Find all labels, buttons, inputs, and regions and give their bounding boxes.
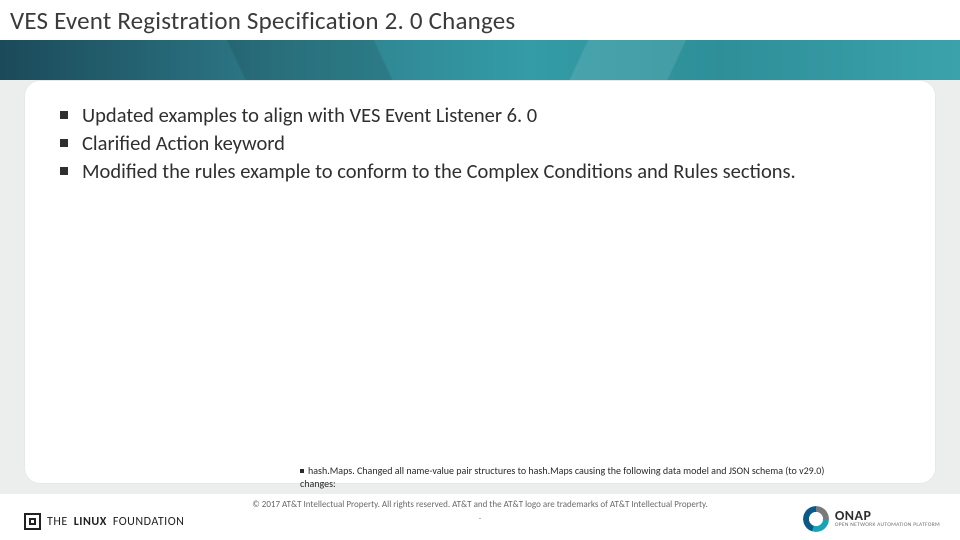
- onap-tagline: OPEN NETWORK AUTOMATION PLATFORM: [835, 523, 940, 529]
- onap-name: ONAP: [835, 509, 940, 523]
- title-bar: VES Event Registration Specification 2. …: [0, 0, 960, 40]
- content-card: Updated examples to align with VES Event…: [24, 80, 936, 484]
- bullet-item: Clarified Action keyword: [82, 130, 906, 156]
- page-title: VES Event Registration Specification 2. …: [10, 5, 515, 36]
- bullet-item: Modified the rules example to conform to…: [82, 158, 906, 184]
- footer-bar: THE LINUX FOUNDATION © 2017 AT&T Intelle…: [0, 494, 960, 540]
- onap-text: ONAP OPEN NETWORK AUTOMATION PLATFORM: [835, 509, 940, 529]
- bullet-dot-icon: [300, 469, 304, 473]
- onap-logo: ONAP OPEN NETWORK AUTOMATION PLATFORM: [803, 506, 940, 532]
- bullet-list: Updated examples to align with VES Event…: [82, 102, 906, 185]
- footnote-text: hash.Maps. Changed all name-value pair s…: [300, 464, 824, 490]
- header-band: [0, 40, 960, 80]
- bullet-item: Updated examples to align with VES Event…: [82, 102, 906, 128]
- copyright-text: © 2017 AT&T Intellectual Property. All r…: [252, 499, 708, 510]
- ring-icon: [803, 506, 829, 532]
- footnote: hash.Maps. Changed all name-value pair s…: [300, 464, 840, 490]
